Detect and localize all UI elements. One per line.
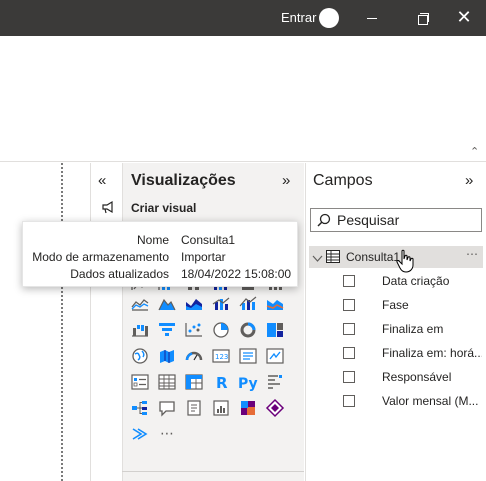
tooltip-key: Modo de armazenamento: [32, 250, 169, 264]
tooltip-value: 18/04/2022 15:08:00: [181, 267, 292, 281]
stacked-area-chart-icon[interactable]: [182, 292, 206, 316]
field-label: Valor mensal (M...: [382, 394, 479, 408]
chevron-down-icon[interactable]: [312, 251, 323, 269]
python-visual-label: Py: [238, 376, 258, 392]
field-label: Fase: [382, 298, 409, 312]
power-apps-icon[interactable]: [236, 396, 260, 420]
field-label: Responsável: [382, 370, 452, 384]
fields-title: Campos: [313, 172, 373, 189]
collapse-fields-icon[interactable]: »: [465, 172, 473, 189]
build-visual-tab[interactable]: Criar visual: [131, 201, 196, 215]
field-checkbox[interactable]: [343, 347, 355, 359]
r-visual-icon[interactable]: R: [209, 370, 233, 394]
ribbon-visual-icon[interactable]: [263, 292, 287, 316]
matrix-icon[interactable]: [182, 370, 206, 394]
tooltip-row: Dados atualizados 18/04/2022 15:08:00: [23, 267, 299, 283]
line-and-clustered-column-icon[interactable]: [236, 292, 260, 316]
visual-row: [128, 318, 300, 342]
kpi-icon[interactable]: [263, 344, 287, 368]
tooltip-key: Nome: [136, 233, 169, 247]
tooltip-row: Nome Consulta1: [23, 233, 299, 249]
field-checkbox[interactable]: [343, 395, 355, 407]
page-boundary: [61, 163, 63, 481]
paginated-report-icon[interactable]: [209, 396, 233, 420]
power-automate-icon[interactable]: [263, 396, 287, 420]
report-canvas[interactable]: [0, 163, 90, 481]
field-item[interactable]: Data criação: [343, 272, 483, 292]
visualizations-title: Visualizações: [131, 172, 236, 189]
visual-row: ⋯: [128, 422, 300, 446]
visual-row: 123: [128, 344, 300, 368]
pie-chart-icon[interactable]: [209, 318, 233, 342]
table-visual-icon[interactable]: [155, 370, 179, 394]
field-label: Data criação: [382, 274, 450, 288]
decomposition-tree-icon[interactable]: [128, 396, 152, 420]
field-item[interactable]: Fase: [343, 296, 483, 316]
table-name: Consulta1: [346, 250, 401, 264]
collapse-visualizations-icon[interactable]: »: [282, 172, 290, 189]
ribbon: [0, 36, 486, 162]
smart-narrative-icon[interactable]: [182, 396, 206, 420]
search-icon: [317, 213, 331, 232]
avatar[interactable]: [319, 8, 339, 28]
qa-icon[interactable]: [155, 396, 179, 420]
restore-icon[interactable]: [409, 6, 435, 30]
python-visual-icon[interactable]: Py: [236, 370, 260, 394]
field-item[interactable]: Finaliza em: horá...: [343, 344, 483, 364]
scatter-chart-icon[interactable]: [182, 318, 206, 342]
tooltip-key: Dados atualizados: [70, 267, 169, 281]
visualizations-divider: [122, 471, 304, 472]
key-influencers-icon[interactable]: [263, 370, 287, 394]
filled-map-icon[interactable]: [155, 344, 179, 368]
card-icon[interactable]: 123: [209, 344, 233, 368]
gauge-icon[interactable]: [182, 344, 206, 368]
line-chart-icon[interactable]: [128, 292, 152, 316]
visual-row: [128, 292, 300, 316]
line-and-stacked-column-icon[interactable]: [209, 292, 233, 316]
r-visual-label: R: [216, 374, 228, 392]
tooltip-value: Consulta1: [181, 233, 236, 247]
search-input[interactable]: [337, 211, 479, 229]
close-icon[interactable]: ✕: [451, 6, 477, 30]
donut-chart-icon[interactable]: [236, 318, 260, 342]
table-icon: [326, 250, 340, 268]
svg-text:123: 123: [215, 353, 228, 361]
table-more-options-icon[interactable]: ⋯: [466, 247, 479, 261]
visual-row: R Py: [128, 370, 300, 394]
tooltip-value: Importar: [181, 250, 226, 264]
field-checkbox[interactable]: [343, 299, 355, 311]
megaphone-icon[interactable]: [101, 200, 115, 217]
collapse-ribbon-icon[interactable]: ⌃: [470, 145, 479, 158]
more-visuals-icon[interactable]: [128, 422, 152, 446]
area-chart-icon[interactable]: [155, 292, 179, 316]
field-item[interactable]: Valor mensal (M...: [343, 392, 483, 412]
funnel-chart-icon[interactable]: [155, 318, 179, 342]
more-options-label: ⋯: [160, 425, 174, 441]
field-label: Finaliza em: horá...: [382, 346, 482, 360]
treemap-icon[interactable]: [263, 318, 287, 342]
field-item[interactable]: Finaliza em: [343, 320, 483, 340]
field-item[interactable]: Responsável: [343, 368, 483, 388]
multirow-card-icon[interactable]: [236, 344, 260, 368]
table-info-tooltip: Nome Consulta1 Modo de armazenamento Imp…: [22, 221, 298, 287]
map-icon[interactable]: [128, 344, 152, 368]
expand-filters-icon[interactable]: «: [98, 172, 106, 189]
field-label: Finaliza em: [382, 322, 444, 336]
field-checkbox[interactable]: [343, 323, 355, 335]
sign-in-link[interactable]: Entrar: [281, 10, 316, 25]
waterfall-chart-icon[interactable]: [128, 318, 152, 342]
slicer-icon[interactable]: [128, 370, 152, 394]
minimize-icon[interactable]: [359, 6, 385, 30]
tooltip-row: Modo de armazenamento Importar: [23, 250, 299, 266]
field-checkbox[interactable]: [343, 371, 355, 383]
visual-gallery: 123 R Py ⋯: [128, 274, 300, 448]
more-options-icon[interactable]: ⋯: [155, 422, 179, 446]
field-checkbox[interactable]: [343, 275, 355, 287]
visual-row: [128, 396, 300, 420]
